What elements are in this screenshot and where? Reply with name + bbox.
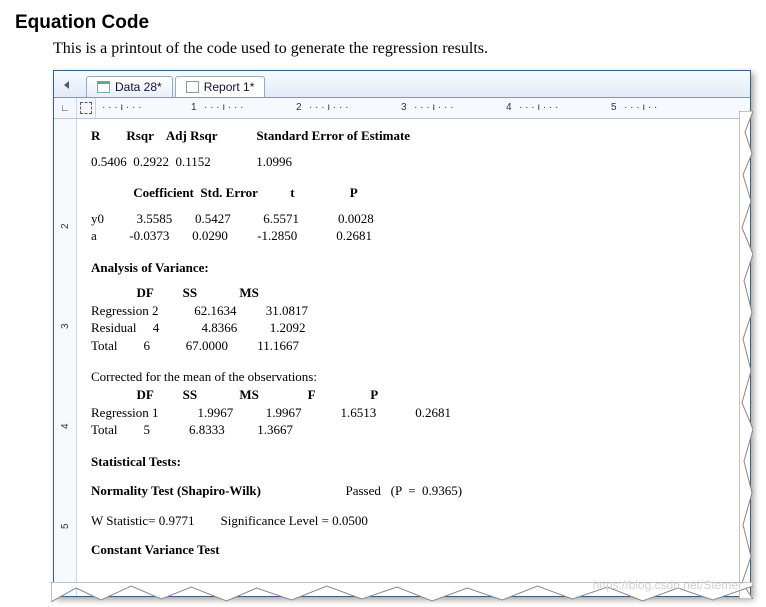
stats-values: 0.5406 0.2922 0.1152 1.0996 <box>91 153 736 171</box>
stat-tests-title: Statistical Tests: <box>91 453 736 471</box>
coef-row-a: a -0.0373 0.0290 -1.2850 0.2681 <box>91 227 736 245</box>
selection-box[interactable] <box>77 98 96 118</box>
normality-line: Normality Test (Shapiro-Wilk) Passed (P … <box>91 482 736 500</box>
tab-report[interactable]: Report 1* <box>175 76 266 97</box>
horizontal-ruler[interactable]: · · · ı · · · 1 · · · ı · · · 2 · · · ı … <box>96 98 750 118</box>
tab-data[interactable]: Data 28* <box>86 76 173 97</box>
w-line: W Statistic= 0.9771 Significance Level =… <box>91 512 736 530</box>
report-window: Data 28* Report 1* ∟ · · · ı · · · 1 · ·… <box>53 70 751 597</box>
aov-row-residual: Residual 4 4.8366 1.2092 <box>91 319 736 337</box>
corr-row-regression: Regression 1 1.9967 1.9967 1.6513 0.2681 <box>91 404 736 422</box>
page-intro: This is a printout of the code used to g… <box>53 40 751 58</box>
aov-row-regression: Regression 2 62.1634 31.0817 <box>91 302 736 320</box>
aov-title: Analysis of Variance: <box>91 259 736 277</box>
coef-row-y0: y0 3.5585 0.5427 6.5571 0.0028 <box>91 210 736 228</box>
ruler-zone: ∟ · · · ı · · · 1 · · · ı · · · 2 · · · … <box>54 98 750 119</box>
aov-row-total: Total 6 67.0000 11.1667 <box>91 337 736 355</box>
doc-icon <box>186 81 199 93</box>
tab-data-label: Data 28* <box>115 80 162 94</box>
worksheet-icon <box>97 81 110 93</box>
report-body: R Rsqr Adj Rsqr Standard Error of Estima… <box>77 119 750 596</box>
stats-header: R Rsqr Adj Rsqr Standard Error of Estima… <box>91 127 736 145</box>
coef-header: Coefficient Std. Error t P <box>91 184 736 202</box>
ruler-origin-icon: ∟ <box>54 98 77 118</box>
watermark: https://blog.csdn.net/Stemer <box>593 578 742 592</box>
corr-header: DF SS MS F P <box>91 386 736 404</box>
corr-title: Corrected for the mean of the observatio… <box>91 368 736 386</box>
tab-report-label: Report 1* <box>204 80 255 94</box>
tab-strip: Data 28* Report 1* <box>54 71 750 98</box>
corr-row-total: Total 5 6.8333 1.3667 <box>91 421 736 439</box>
page-heading: Equation Code <box>15 12 751 34</box>
nav-left-icon[interactable] <box>62 80 72 90</box>
vertical-ruler[interactable]: 2 3 4 5 <box>54 119 77 596</box>
aov-header: DF SS MS <box>91 284 736 302</box>
cvt-title: Constant Variance Test <box>91 541 736 559</box>
